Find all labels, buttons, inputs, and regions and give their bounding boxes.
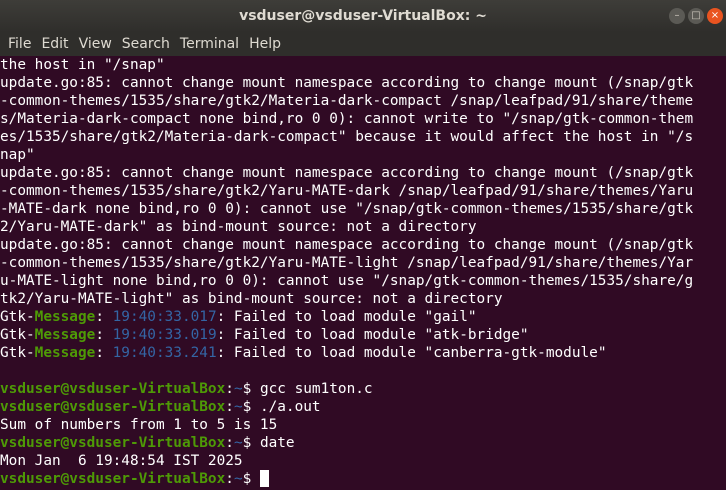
command-text: date: [259, 435, 295, 451]
terminal-line: nap": [0, 146, 726, 164]
prompt-separator: :: [225, 399, 234, 415]
terminal-window: vsduser@vsduser-VirtualBox: ~ – □ × File…: [0, 0, 726, 490]
command-output: Mon Jan 6 19:48:54 IST 2025: [0, 453, 243, 469]
menu-search[interactable]: Search: [117, 32, 175, 56]
gtk-message-text: : Failed to load module "canberra-gtk-mo…: [216, 345, 607, 361]
menu-help[interactable]: Help: [244, 32, 286, 56]
gtk-message-text: : Failed to load module "atk-bridge": [216, 327, 529, 343]
terminal-line: update.go:85: cannot change mount namesp…: [0, 164, 726, 182]
terminal-line: update.go:85: cannot change mount namesp…: [0, 74, 726, 92]
menu-terminal[interactable]: Terminal: [175, 32, 244, 56]
window-title: vsduser@vsduser-VirtualBox: ~: [239, 8, 487, 24]
output-text: tk2/Yaru-MATE-light" as bind-mount sourc…: [0, 291, 503, 307]
prompt-path: ~: [233, 435, 243, 451]
prompt-user-host: vsduser@vsduser-VirtualBox: [0, 471, 226, 487]
output-text: -common-themes/1535/share/gtk2/Materia-d…: [0, 93, 694, 109]
gtk-message-tag: Message: [34, 345, 96, 361]
output-text: nap": [0, 147, 35, 163]
output-text: the host in "/snap": [0, 57, 165, 73]
output-text: u-MATE-light none bind,ro 0 0): cannot u…: [0, 273, 694, 289]
output-text: -common-themes/1535/share/gtk2/Yaru-MATE…: [0, 255, 694, 271]
prompt-user-host: vsduser@vsduser-VirtualBox: [0, 399, 226, 415]
output-text: es/1535/share/gtk2/Materia-dark-compact"…: [0, 129, 694, 145]
gtk-prefix: Gtk-: [0, 327, 35, 343]
terminal-line: Gtk-Message: 19:40:33.017: Failed to loa…: [0, 308, 726, 326]
text-cursor: [259, 470, 269, 487]
minimize-button[interactable]: –: [669, 8, 685, 24]
prompt-symbol: $: [242, 435, 260, 451]
prompt-symbol: $: [242, 471, 260, 487]
terminal-line: vsduser@vsduser-VirtualBox:~$ gcc sum1to…: [0, 380, 726, 398]
gtk-message-tag: Message: [34, 327, 96, 343]
output-text: update.go:85: cannot change mount namesp…: [0, 237, 694, 253]
terminal-line: Gtk-Message: 19:40:33.241: Failed to loa…: [0, 344, 726, 362]
prompt-separator: :: [225, 435, 234, 451]
gtk-timestamp: 19:40:33.241: [112, 345, 217, 361]
command-text: ./a.out: [259, 399, 321, 415]
gtk-prefix: Gtk-: [0, 345, 35, 361]
gtk-message-text: : Failed to load module "gail": [216, 309, 477, 325]
terminal-line: -common-themes/1535/share/gtk2/Yaru-MATE…: [0, 182, 726, 200]
command-text: gcc sum1ton.c: [259, 381, 373, 397]
terminal-line: 2/Yaru-MATE-dark" as bind-mount source: …: [0, 218, 726, 236]
terminal-line: -common-themes/1535/share/gtk2/Materia-d…: [0, 92, 726, 110]
prompt-path: ~: [233, 399, 243, 415]
prompt-path: ~: [233, 471, 243, 487]
menu-file[interactable]: File: [3, 32, 36, 56]
prompt-symbol: $: [242, 381, 260, 397]
terminal-line: vsduser@vsduser-VirtualBox:~$ ./a.out: [0, 398, 726, 416]
prompt-user-host: vsduser@vsduser-VirtualBox: [0, 435, 226, 451]
title-bar[interactable]: vsduser@vsduser-VirtualBox: ~ – □ ×: [0, 0, 726, 32]
prompt-path: ~: [233, 381, 243, 397]
gtk-message-tag: Message: [34, 309, 96, 325]
gtk-timestamp: 19:40:33.019: [112, 327, 217, 343]
terminal-line: Sum of numbers from 1 to 5 is 15: [0, 416, 726, 434]
close-button[interactable]: ×: [707, 8, 723, 24]
output-text: 2/Yaru-MATE-dark" as bind-mount source: …: [0, 219, 477, 235]
menu-view[interactable]: View: [74, 32, 117, 56]
output-text: update.go:85: cannot change mount namesp…: [0, 75, 694, 91]
terminal-line: -common-themes/1535/share/gtk2/Yaru-MATE…: [0, 254, 726, 272]
gtk-prefix: Gtk-: [0, 309, 35, 325]
prompt-separator: :: [225, 381, 234, 397]
terminal-line: the host in "/snap": [0, 56, 726, 74]
output-text: s/Materia-dark-compact none bind,ro 0 0)…: [0, 111, 694, 127]
gtk-separator: :: [95, 345, 113, 361]
prompt-user-host: vsduser@vsduser-VirtualBox: [0, 381, 226, 397]
terminal-line: Gtk-Message: 19:40:33.019: Failed to loa…: [0, 326, 726, 344]
terminal-output[interactable]: the host in "/snap" update.go:85: cannot …: [0, 56, 726, 490]
terminal-line: vsduser@vsduser-VirtualBox:~$: [0, 470, 726, 488]
terminal-line: u-MATE-light none bind,ro 0 0): cannot u…: [0, 272, 726, 290]
menu-bar: File Edit View Search Terminal Help: [0, 32, 726, 56]
maximize-button[interactable]: □: [688, 8, 704, 24]
prompt-symbol: $: [242, 399, 260, 415]
prompt-separator: :: [225, 471, 234, 487]
terminal-line: tk2/Yaru-MATE-light" as bind-mount sourc…: [0, 290, 726, 308]
terminal-line: update.go:85: cannot change mount namesp…: [0, 236, 726, 254]
terminal-line: es/1535/share/gtk2/Materia-dark-compact"…: [0, 128, 726, 146]
terminal-line: -MATE-dark none bind,ro 0 0): cannot use…: [0, 200, 726, 218]
output-text: -MATE-dark none bind,ro 0 0): cannot use…: [0, 201, 694, 217]
terminal-line: Mon Jan 6 19:48:54 IST 2025: [0, 452, 726, 470]
output-text: -common-themes/1535/share/gtk2/Yaru-MATE…: [0, 183, 694, 199]
command-output: Sum of numbers from 1 to 5 is 15: [0, 417, 278, 433]
output-text: update.go:85: cannot change mount namesp…: [0, 165, 694, 181]
gtk-timestamp: 19:40:33.017: [112, 309, 217, 325]
menu-edit[interactable]: Edit: [36, 32, 73, 56]
terminal-line: s/Materia-dark-compact none bind,ro 0 0)…: [0, 110, 726, 128]
gtk-separator: :: [95, 327, 113, 343]
terminal-line: vsduser@vsduser-VirtualBox:~$ date: [0, 434, 726, 452]
gtk-separator: :: [95, 309, 113, 325]
